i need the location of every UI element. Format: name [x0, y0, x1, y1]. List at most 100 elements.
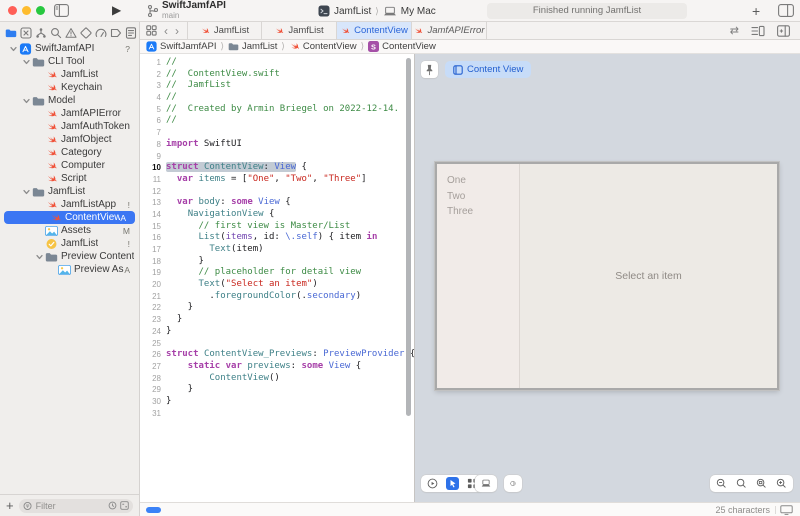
code-line-10[interactable]: 10struct ContentView: View { [140, 162, 414, 174]
navigator-item-jamfapierror[interactable]: JamfAPIError [0, 107, 139, 120]
disclosure-chevron-icon[interactable] [21, 188, 32, 196]
navigator-tab-search-icon[interactable] [50, 27, 62, 39]
code-line-4[interactable]: 4// [140, 92, 414, 104]
tab-jamflist[interactable]: JamfList [262, 22, 337, 39]
breadcrumb-jamflist-1[interactable]: JamfList [228, 41, 277, 52]
live-preview-icon[interactable] [427, 478, 438, 489]
preview-device-settings-button[interactable] [475, 475, 497, 492]
code-line-5[interactable]: 5// Created by Armin Briegel on 2022-12-… [140, 104, 414, 116]
run-destination[interactable]: My Mac [401, 6, 436, 17]
disclosure-chevron-icon[interactable] [34, 253, 45, 261]
scheme-selector[interactable]: JamfList ⟩ My Mac [318, 3, 436, 19]
code-line-13[interactable]: 13 var body: some View { [140, 197, 414, 209]
code-line-8[interactable]: 8import SwiftUI [140, 139, 414, 151]
related-items-grid-icon[interactable] [146, 25, 157, 36]
code-line-19[interactable]: 19 // placeholder for detail view [140, 267, 414, 279]
zoom-out-icon[interactable] [716, 478, 727, 489]
navigator-item-preview-content[interactable]: Preview Content [0, 250, 139, 263]
back-chevron-icon[interactable]: ‹ [164, 25, 168, 37]
navigator-tab-source-control-icon[interactable] [20, 27, 32, 39]
code-line-20[interactable]: 20 Text("Select an item") [140, 279, 414, 291]
navigator-item-assets[interactable]: AssetsM [0, 224, 139, 237]
code-line-1[interactable]: 1// [140, 57, 414, 69]
preview-list-item-two[interactable]: Two [437, 189, 519, 205]
recent-files-icon[interactable] [108, 501, 117, 510]
pin-preview-button[interactable] [421, 61, 438, 78]
code-line-30[interactable]: 30} [140, 396, 414, 408]
navigator-item-jamflist[interactable]: JamfList [0, 68, 139, 81]
scheme-name[interactable]: JamfList [334, 6, 371, 17]
code-line-15[interactable]: 15 // first view is Master/List [140, 221, 414, 233]
code-line-31[interactable]: 31 [140, 408, 414, 420]
code-line-7[interactable]: 7 [140, 127, 414, 139]
code-review-icon[interactable]: ⇄ [730, 24, 739, 37]
preview-list-item-three[interactable]: Three [437, 204, 519, 220]
navigator-item-preview-assets[interactable]: Preview AssetsA [0, 263, 139, 276]
close-window-button[interactable] [8, 6, 17, 15]
code-line-27[interactable]: 27 static var previews: some View { [140, 361, 414, 373]
navigator-tab-debug-icon[interactable] [95, 27, 107, 39]
code-line-26[interactable]: 26struct ContentView_Previews: PreviewPr… [140, 349, 414, 361]
disclosure-chevron-icon[interactable] [21, 58, 32, 66]
disclosure-chevron-icon[interactable] [8, 45, 19, 53]
disclosure-chevron-icon[interactable] [21, 97, 32, 105]
navigator-item-swiftjamfapi[interactable]: SwiftJamfAPI? [0, 42, 139, 55]
preview-tab-button[interactable]: Content View [445, 61, 531, 78]
tab-contentview[interactable]: ContentView [337, 22, 412, 39]
navigator-tab-issues-icon[interactable] [65, 27, 77, 39]
code-line-16[interactable]: 16 List(items, id: \.self) { item in [140, 232, 414, 244]
breadcrumb-contentview-2[interactable]: ContentView [289, 41, 357, 52]
code-line-14[interactable]: 14 NavigationView { [140, 209, 414, 221]
zoom-to-fit-icon[interactable] [756, 478, 767, 489]
navigator-item-script[interactable]: Script [0, 172, 139, 185]
navigator-tab-breakpoints-icon[interactable] [110, 27, 122, 39]
code-line-25[interactable]: 25 [140, 338, 414, 350]
navigator-item-keychain[interactable]: Keychain [0, 81, 139, 94]
navigator-item-model[interactable]: Model [0, 94, 139, 107]
code-line-11[interactable]: 11 var items = ["One", "Two", "Three"] [140, 174, 414, 186]
scm-status-filter-icon[interactable] [120, 501, 129, 510]
tab-jamflist[interactable]: JamfList [187, 22, 262, 39]
display-icon[interactable] [780, 505, 793, 515]
navigator-item-jamflistapp[interactable]: JamfListApp! [0, 198, 139, 211]
zoom-window-button[interactable] [36, 6, 45, 15]
navigator-tab-project-icon[interactable] [5, 27, 17, 39]
add-editor-icon[interactable] [777, 25, 790, 37]
editor-layout-icon[interactable] [778, 4, 794, 17]
add-file-button[interactable]: + [6, 500, 14, 512]
code-line-3[interactable]: 3// JamfList [140, 80, 414, 92]
code-line-6[interactable]: 6// [140, 115, 414, 127]
preview-list-item-one[interactable]: One [437, 173, 519, 189]
navigator-item-computer[interactable]: Computer [0, 159, 139, 172]
code-line-17[interactable]: 17 Text(item) [140, 244, 414, 256]
navigator-item-jamfauthtoken[interactable]: JamfAuthToken [0, 120, 139, 133]
source-editor[interactable]: 1//2// ContentView.swift3// JamfList4//5… [140, 54, 414, 502]
navigator-item-jamflist[interactable]: JamfList [0, 185, 139, 198]
run-button[interactable]: ▶ [112, 4, 121, 17]
code-line-22[interactable]: 22 } [140, 302, 414, 314]
code-area[interactable]: 1//2// ContentView.swift3// JamfList4//5… [140, 54, 414, 419]
color-scheme-button[interactable] [504, 475, 522, 492]
code-line-2[interactable]: 2// ContentView.swift [140, 69, 414, 81]
code-line-28[interactable]: 28 ContentView() [140, 373, 414, 385]
zoom-in-icon[interactable] [776, 478, 787, 489]
navigator-item-category[interactable]: Category [0, 146, 139, 159]
navigator-filter-field[interactable]: Filter [19, 499, 133, 513]
editor-options-icon[interactable] [751, 25, 765, 37]
library-add-button[interactable]: + [752, 3, 760, 19]
navigator-tab-hierarchy-icon[interactable] [35, 27, 47, 39]
code-line-12[interactable]: 12 [140, 186, 414, 198]
code-line-23[interactable]: 23 } [140, 314, 414, 326]
breadcrumb-contentview-3[interactable]: SContentView [368, 41, 436, 52]
code-line-9[interactable]: 9 [140, 151, 414, 163]
editor-scrollbar[interactable] [406, 58, 411, 416]
toggle-navigator-icon[interactable] [54, 4, 69, 17]
code-line-18[interactable]: 18 } [140, 256, 414, 268]
navigator-tab-reports-icon[interactable] [125, 27, 137, 39]
code-line-29[interactable]: 29 } [140, 384, 414, 396]
breadcrumb-swiftjamfapi-0[interactable]: SwiftJamfAPI [146, 41, 217, 52]
code-line-24[interactable]: 24} [140, 326, 414, 338]
selectable-mode-button[interactable] [446, 477, 459, 490]
navigator-item-jamflist[interactable]: JamfList! [0, 237, 139, 250]
navigator-item-contentview[interactable]: ContentViewA [4, 211, 135, 224]
